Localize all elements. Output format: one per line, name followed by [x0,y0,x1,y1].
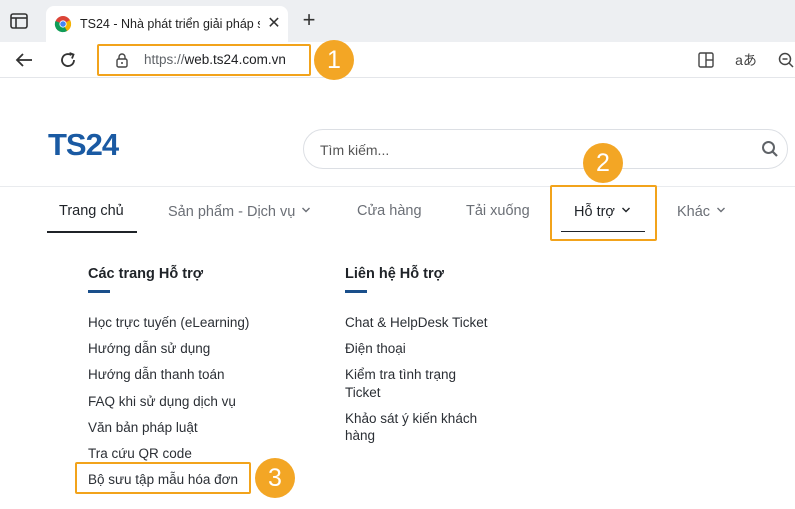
chevron-down-icon [301,201,311,213]
support-link-legal-docs[interactable]: Văn bản pháp luật [88,419,198,437]
nav-label: Cửa hàng [357,203,422,219]
annotation-highlight-invoice-templates [75,462,251,494]
annotation-highlight-url [97,44,311,76]
chrome-favicon-icon [54,15,72,33]
tab-actions-icon[interactable] [8,10,30,32]
title-accent-bar [345,290,367,293]
nav-item-home[interactable]: Trang chủ [59,201,124,221]
step-badge-3: 3 [255,458,295,498]
site-logo[interactable]: TS24 [48,127,119,163]
support-link-elearning[interactable]: Học trực tuyến (eLearning) [88,314,249,332]
title-accent-bar [88,290,110,293]
contact-link-phone[interactable]: Điện thoại [345,340,406,358]
browser-tab[interactable]: TS24 - Nhà phát triển giải pháp số ✕ [46,6,288,42]
split-screen-icon[interactable] [695,49,717,71]
support-pages-title: Các trang Hỗ trợ [88,266,204,282]
tab-title: TS24 - Nhà phát triển giải pháp số [80,17,260,31]
annotation-highlight-support [550,185,657,241]
support-link-qr-lookup[interactable]: Tra cứu QR code [88,445,192,463]
contact-link-survey-line2[interactable]: hàng [345,427,375,445]
contact-link-chat[interactable]: Chat & HelpDesk Ticket [345,314,488,332]
support-link-faq[interactable]: FAQ khi sử dụng dịch vụ [88,393,236,411]
step-badge-2: 2 [583,143,623,183]
contact-link-ticket-status[interactable]: Kiểm tra tình trạng [345,366,456,384]
read-aloud-icon[interactable]: aあ [735,49,757,71]
chevron-down-icon [716,201,726,213]
nav-active-underline [47,231,137,233]
zoom-icon[interactable] [775,49,795,71]
nav-label: Tải xuống [466,203,530,219]
nav-divider [0,186,795,187]
support-link-user-guide[interactable]: Hướng dẫn sử dụng [88,340,210,358]
reload-icon[interactable] [57,49,79,71]
browser-tab-bar: TS24 - Nhà phát triển giải pháp số ✕ + [0,0,795,42]
nav-item-store[interactable]: Cửa hàng [357,201,422,221]
contact-link-ticket-status-line2[interactable]: Ticket [345,384,381,402]
support-link-payment-guide[interactable]: Hướng dẫn thanh toán [88,366,225,384]
plus-icon[interactable]: + [298,9,320,32]
search-input[interactable] [320,140,740,160]
nav-item-products[interactable]: Sản phẩm - Dịch vụ [168,201,311,221]
nav-item-downloads[interactable]: Tải xuống [466,201,530,221]
support-contact-title: Liên hệ Hỗ trợ [345,266,444,282]
search-icon[interactable] [761,140,779,158]
nav-label: Trang chủ [59,203,124,219]
nav-item-other[interactable]: Khác [677,201,726,221]
back-arrow-icon[interactable] [13,49,35,71]
close-icon[interactable]: ✕ [264,14,284,34]
nav-label: Khác [677,204,711,220]
contact-link-survey[interactable]: Khảo sát ý kiến khách [345,410,477,428]
step-badge-1: 1 [314,40,354,80]
search-box[interactable] [303,129,788,169]
nav-label: Sản phẩm - Dịch vụ [168,204,296,220]
